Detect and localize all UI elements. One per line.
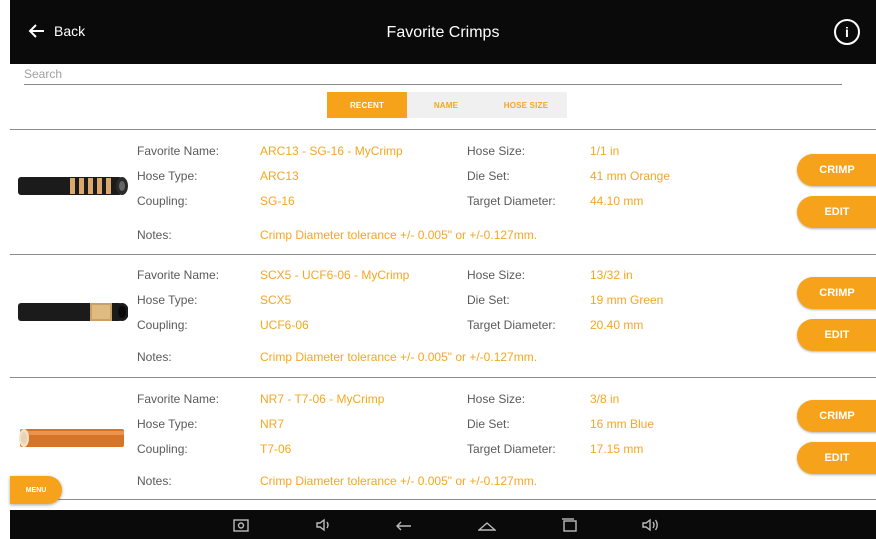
orange-hose-image <box>19 429 124 447</box>
notes-value: Crimp Diameter tolerance +/- 0.005" or +… <box>260 474 538 488</box>
coupling-value: UCF6-06 <box>260 318 309 332</box>
notes-label: Notes: <box>137 350 172 364</box>
edit-button[interactable]: EDIT <box>797 442 876 474</box>
hose-type-label: Hose Type: <box>137 417 198 431</box>
back-icon[interactable] <box>395 516 413 534</box>
edit-button[interactable]: EDIT <box>797 196 876 228</box>
crimp-row: Favorite Name: NR7 - T7-06 - MyCrimp Hos… <box>10 378 876 501</box>
coupling-value: T7-06 <box>260 442 292 456</box>
target-diameter-label: Target Diameter: <box>467 318 556 332</box>
notes-label: Notes: <box>137 474 172 488</box>
notes-value: Crimp Diameter tolerance +/- 0.005" or +… <box>260 228 538 242</box>
crimp-button[interactable]: CRIMP <box>797 400 876 432</box>
hose-size-value: 1/1 in <box>590 144 620 158</box>
crimp-button[interactable]: CRIMP <box>797 277 876 309</box>
die-set-label: Die Set: <box>467 169 510 183</box>
hose-size-label: Hose Size: <box>467 268 526 282</box>
target-diameter-value: 44.10 mm <box>590 194 644 208</box>
favorite-name-value: ARC13 - SG-16 - MyCrimp <box>260 144 403 158</box>
crimp-row: Favorite Name: SCX5 - UCF6-06 - MyCrimp … <box>10 255 876 378</box>
system-nav-bar <box>10 510 876 539</box>
target-diameter-value: 17.15 mm <box>590 442 644 456</box>
favorite-name-label: Favorite Name: <box>137 268 220 282</box>
home-icon[interactable] <box>477 516 497 534</box>
hose-size-label: Hose Size: <box>467 392 526 406</box>
favorite-name-value: SCX5 - UCF6-06 - MyCrimp <box>260 268 410 282</box>
tab-hose-size[interactable]: HOSE SIZE <box>485 92 567 118</box>
recent-apps-icon[interactable] <box>560 516 578 534</box>
volume-down-icon[interactable] <box>315 516 333 534</box>
favorite-name-label: Favorite Name: <box>137 144 220 158</box>
coupling-label: Coupling: <box>137 442 188 456</box>
crimp-row: Favorite Name: ARC13 - SG-16 - MyCrimp H… <box>10 130 876 253</box>
hose-type-value: ARC13 <box>260 169 299 183</box>
notes-value: Crimp Diameter tolerance +/- 0.005" or +… <box>260 350 538 364</box>
die-set-label: Die Set: <box>467 417 510 431</box>
hose-type-label: Hose Type: <box>137 293 198 307</box>
favorite-name-value: NR7 - T7-06 - MyCrimp <box>260 392 385 406</box>
search-input[interactable] <box>24 66 842 85</box>
target-diameter-value: 20.40 mm <box>590 318 644 332</box>
menu-button[interactable]: MENU <box>10 476 62 504</box>
hose-size-value: 13/32 in <box>590 268 633 282</box>
crimp-button[interactable]: CRIMP <box>797 154 876 186</box>
tab-name[interactable]: NAME <box>407 92 485 118</box>
coupling-label: Coupling: <box>137 194 188 208</box>
volume-up-icon[interactable] <box>642 516 660 534</box>
coupling-value: SG-16 <box>260 194 295 208</box>
tab-recent[interactable]: RECENT <box>327 92 407 118</box>
coupling-label: Coupling: <box>137 318 188 332</box>
screenshot-icon[interactable] <box>232 516 250 534</box>
target-diameter-label: Target Diameter: <box>467 442 556 456</box>
target-diameter-label: Target Diameter: <box>467 194 556 208</box>
die-set-label: Die Set: <box>467 293 510 307</box>
hose-size-label: Hose Size: <box>467 144 526 158</box>
hose-type-value: SCX5 <box>260 293 292 307</box>
hose-size-value: 3/8 in <box>590 392 620 406</box>
app-header: Back Favorite Crimps i <box>10 0 876 64</box>
notes-label: Notes: <box>137 228 172 242</box>
hose-type-value: NR7 <box>260 417 285 431</box>
favorite-name-label: Favorite Name: <box>137 392 220 406</box>
die-set-value: 19 mm Green <box>590 293 664 307</box>
spiral-hose-image <box>18 177 128 195</box>
divider <box>10 499 876 500</box>
hose-type-label: Hose Type: <box>137 169 198 183</box>
die-set-value: 41 mm Orange <box>590 169 671 183</box>
page-title: Favorite Crimps <box>386 24 500 41</box>
edit-button[interactable]: EDIT <box>797 319 876 351</box>
die-set-value: 16 mm Blue <box>590 417 655 431</box>
sort-tabs: RECENT NAME HOSE SIZE <box>327 92 567 118</box>
braided-hose-image <box>18 303 128 321</box>
info-icon[interactable]: i <box>834 19 860 45</box>
